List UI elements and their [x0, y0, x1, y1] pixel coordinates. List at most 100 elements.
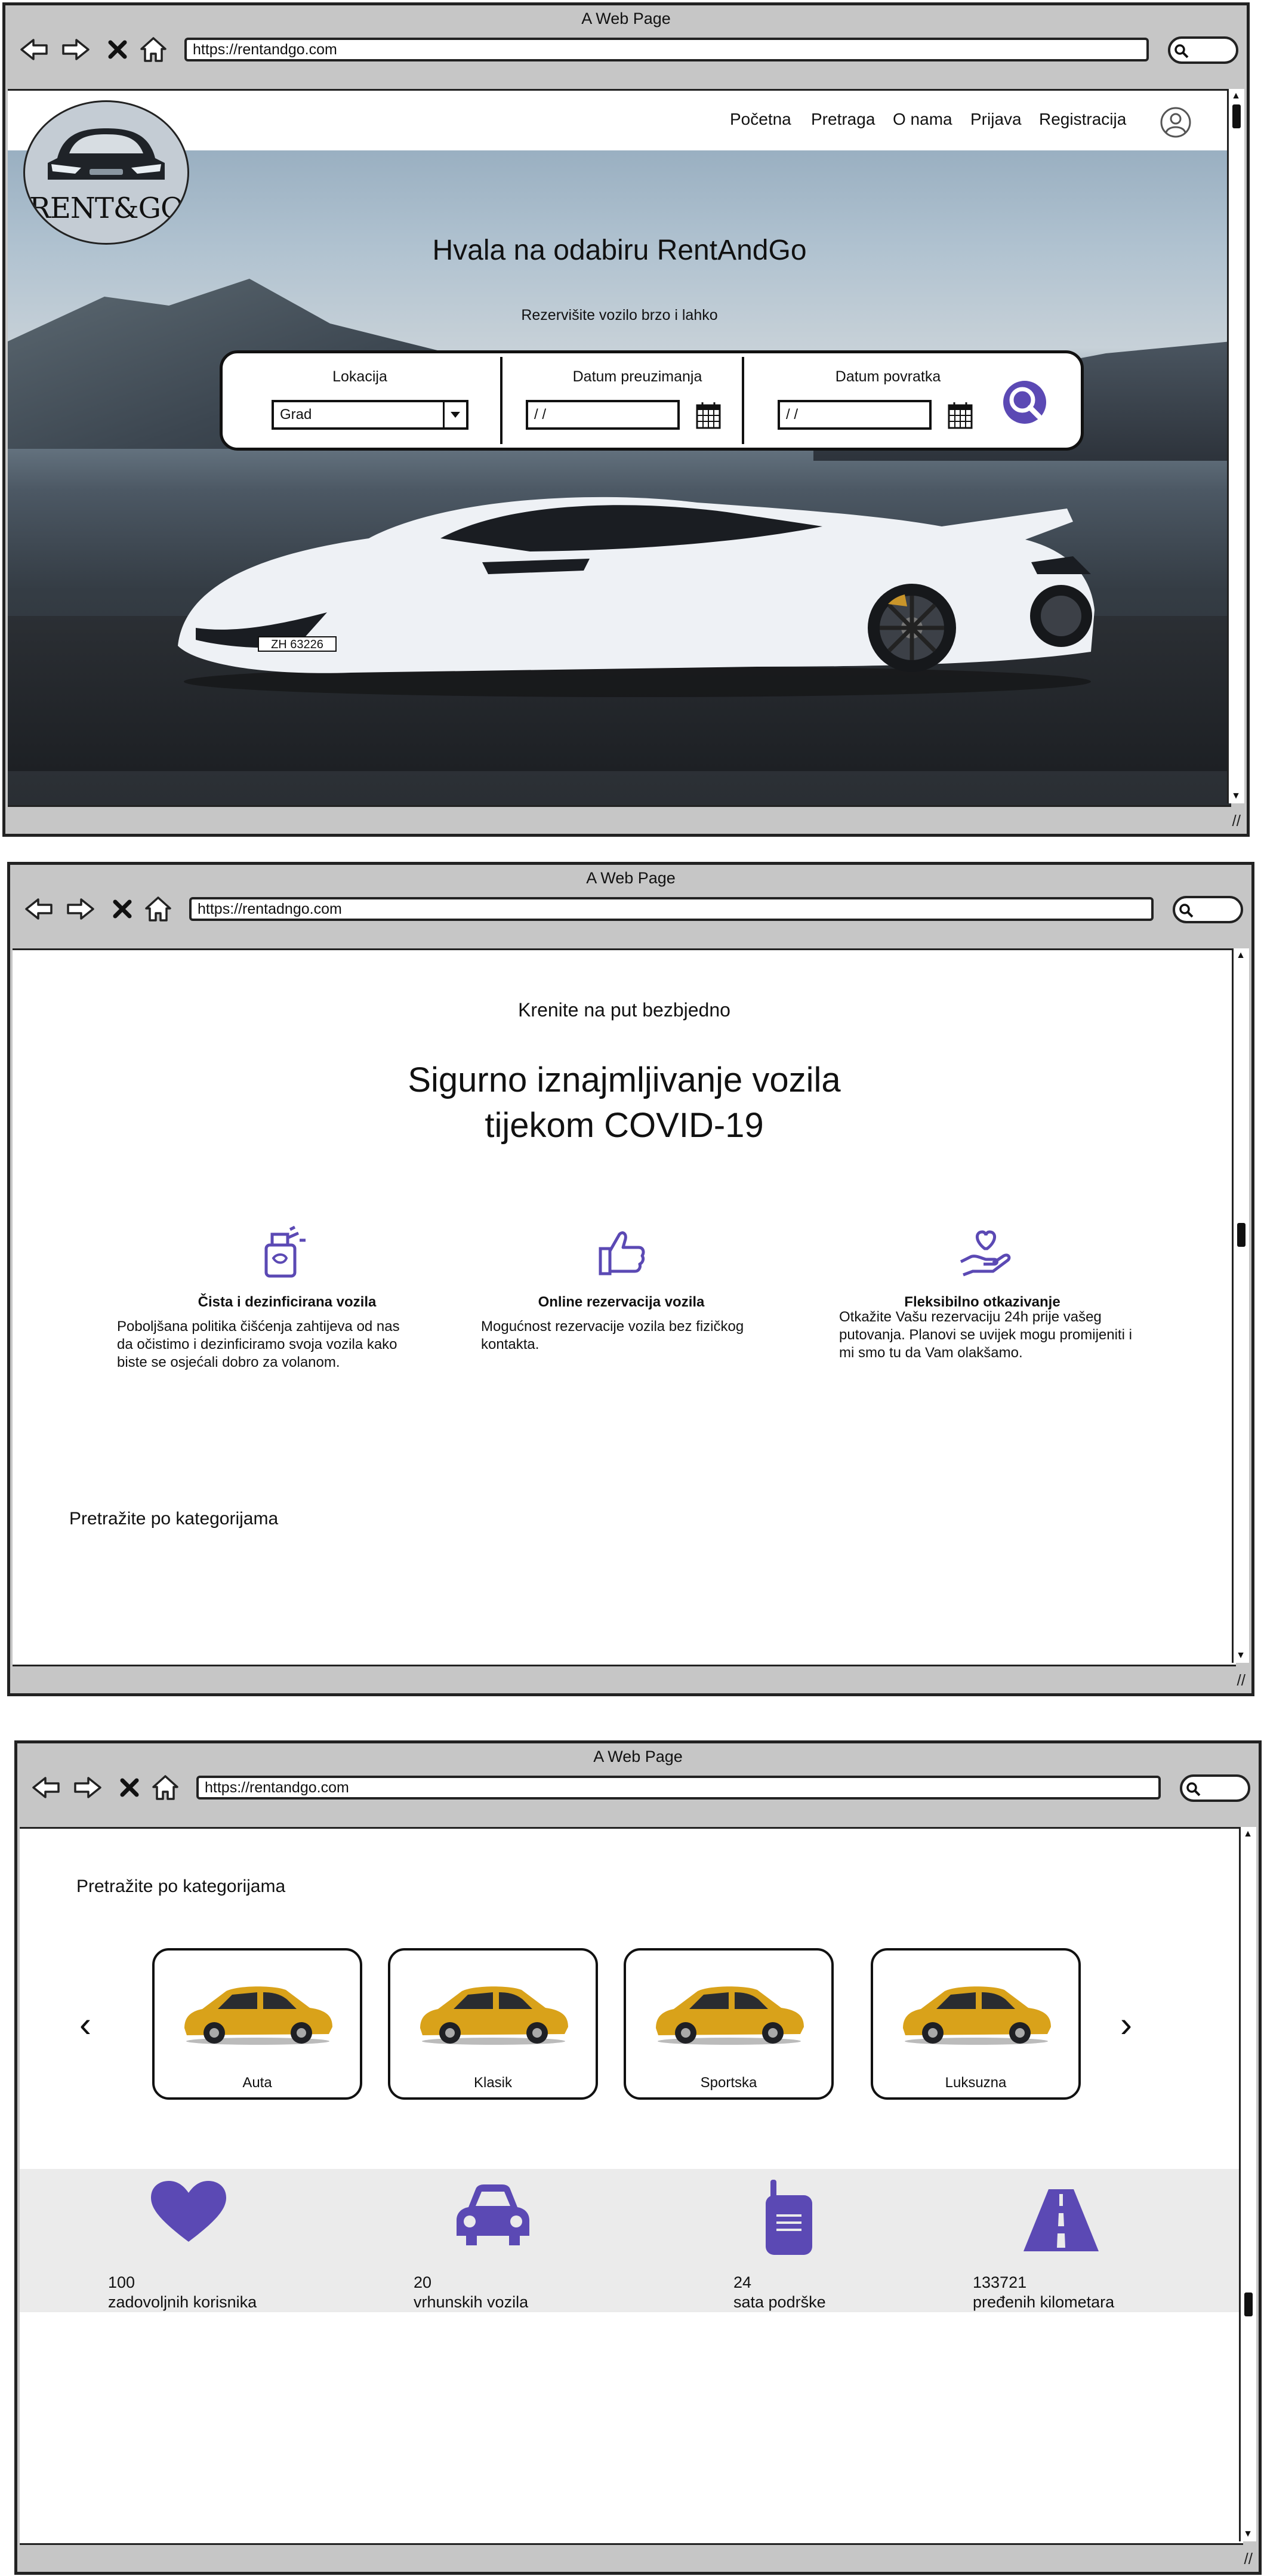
- logo[interactable]: RENT&GO: [23, 100, 189, 245]
- feature-text-line: da očistimo i dezinficiramo svoja vozila…: [117, 1336, 397, 1352]
- reservation-search-form: Lokacija Grad Datum preuzimanja / / Datu…: [220, 350, 1084, 451]
- page-viewport: Pretražite po kategorijama ‹ Auta Klasik: [20, 1827, 1243, 2545]
- browser-toolbar: https://rentandgo.com: [17, 1770, 1259, 1805]
- scroll-up-icon[interactable]: ▲: [1242, 1828, 1254, 1840]
- forward-icon[interactable]: [71, 1772, 104, 1803]
- home-icon[interactable]: [149, 1772, 182, 1803]
- safety-title-line-2: tijekom COVID-19: [485, 1106, 764, 1145]
- feature-text-line: kontakta.: [481, 1336, 539, 1352]
- page-viewport: Krenite na put bezbjedno Sigurno iznajml…: [13, 948, 1236, 1666]
- yellow-car-icon: [184, 1986, 332, 2045]
- home-icon[interactable]: [141, 893, 175, 925]
- category-card-luksuzna[interactable]: Luksuzna: [871, 1948, 1081, 2100]
- browser-search-box[interactable]: [1180, 1774, 1250, 1802]
- yellow-car-icon: [903, 1986, 1051, 2045]
- category-label: Sportska: [700, 2075, 757, 2091]
- address-bar[interactable]: https://rentandgo.com: [196, 1776, 1161, 1799]
- vertical-scrollbar[interactable]: ▲ ▼: [1232, 948, 1249, 1663]
- browser-window-2: A Web Page https://rentadngo.com Krenite…: [7, 862, 1254, 1696]
- feature-title-online: Online rezervacija vozila: [538, 1294, 705, 1310]
- scroll-down-icon[interactable]: ▼: [1235, 1650, 1247, 1662]
- yellow-car-icon: [656, 1986, 804, 2045]
- heart-hand-icon: [960, 1230, 1011, 1277]
- browser-toolbar: https://rentandgo.com: [5, 32, 1247, 67]
- browser-search-box[interactable]: [1173, 896, 1243, 923]
- hero-title: Hvala na odabiru RentAndGo: [432, 235, 807, 266]
- nav-pretraga[interactable]: Pretraga: [811, 110, 875, 129]
- cleaning-spray-icon: [264, 1225, 306, 1278]
- yellow-car-icon: [420, 1986, 568, 2045]
- feature-title-clean: Čista i dezinficirana vozila: [198, 1294, 377, 1310]
- calendar-icon[interactable]: [947, 401, 973, 430]
- calendar-icon[interactable]: [695, 401, 722, 430]
- scrollbar-thumb[interactable]: [1232, 104, 1241, 128]
- close-icon[interactable]: [106, 893, 139, 925]
- carousel-next-icon[interactable]: ›: [1120, 2007, 1132, 2042]
- browser-search-box[interactable]: [1168, 36, 1238, 64]
- close-icon[interactable]: [113, 1772, 146, 1803]
- page-viewport: Početna Pretraga O nama Prijava Registra…: [8, 89, 1231, 807]
- location-label: Lokacija: [332, 368, 387, 385]
- scroll-up-icon[interactable]: ▲: [1230, 90, 1242, 102]
- safety-title-line-1: Sigurno iznajmljivanje vozila: [408, 1061, 841, 1099]
- feature-text-line: putovanja. Planovi se uvijek mogu promij…: [839, 1327, 1132, 1343]
- category-card-sportska[interactable]: Sportska: [624, 1948, 834, 2100]
- thumbs-up-icon: [599, 1231, 645, 1275]
- back-icon[interactable]: [22, 893, 56, 925]
- location-select[interactable]: Grad: [272, 400, 468, 430]
- stat-label: pređenih kilometara: [973, 2293, 1115, 2311]
- scrollbar-thumb[interactable]: [1237, 1223, 1245, 1247]
- car-icon: [457, 2184, 529, 2245]
- field-divider: [500, 357, 502, 444]
- scroll-up-icon[interactable]: ▲: [1235, 950, 1247, 962]
- chevron-down-icon[interactable]: [443, 402, 466, 427]
- search-icon: [1179, 904, 1194, 918]
- back-icon[interactable]: [17, 34, 51, 65]
- forward-icon[interactable]: [59, 34, 93, 65]
- stat-number: 133721: [973, 2273, 1027, 2291]
- browser-window-3: A Web Page https://rentandgo.com Pretraž…: [14, 1740, 1262, 2575]
- safety-title: Sigurno iznajmljivanje vozila tijekom CO…: [13, 1058, 1236, 1148]
- category-heading: Pretražite po kategorijama: [76, 1876, 286, 1896]
- feature-text-line: Otkažite Vašu rezervaciju 24h prije vaše…: [839, 1309, 1102, 1325]
- road-icon: [1023, 2189, 1099, 2251]
- feature-text-flexible: Otkažite Vašu rezervaciju 24h prije vaše…: [839, 1308, 1132, 1362]
- stat-number: 24: [733, 2273, 752, 2291]
- scrollbar-thumb[interactable]: [1244, 2292, 1253, 2316]
- nav-prijava[interactable]: Prijava: [970, 110, 1022, 129]
- license-plate: ZH 63226: [271, 638, 323, 651]
- scroll-down-icon[interactable]: ▼: [1230, 790, 1242, 802]
- stat-number: 20: [414, 2273, 432, 2291]
- address-bar[interactable]: https://rentadngo.com: [189, 897, 1154, 921]
- forward-icon[interactable]: [64, 893, 97, 925]
- back-icon[interactable]: [29, 1772, 63, 1803]
- nav-registracija[interactable]: Registracija: [1039, 110, 1126, 129]
- search-button[interactable]: [998, 380, 1055, 427]
- vertical-scrollbar[interactable]: ▲ ▼: [1239, 1827, 1256, 2541]
- nav-o-nama[interactable]: O nama: [893, 110, 952, 129]
- search-icon: [1174, 44, 1189, 58]
- address-bar[interactable]: https://rentandgo.com: [184, 38, 1149, 61]
- safety-kicker: Krenite na put bezbjedno: [518, 999, 730, 1021]
- category-card-auta[interactable]: Auta: [152, 1948, 362, 2100]
- vertical-scrollbar[interactable]: ▲ ▼: [1227, 89, 1244, 803]
- feature-text-line: Mogućnost rezervacije vozila bez fizičko…: [481, 1318, 744, 1335]
- return-date-input[interactable]: / /: [778, 400, 932, 430]
- home-icon[interactable]: [137, 34, 170, 65]
- resize-grip-icon[interactable]: //: [1244, 2550, 1253, 2568]
- browser-toolbar: https://rentadngo.com: [10, 891, 1251, 927]
- resize-grip-icon[interactable]: //: [1232, 812, 1241, 830]
- user-avatar-icon[interactable]: [1160, 106, 1192, 138]
- carousel-prev-icon[interactable]: ‹: [79, 2007, 91, 2042]
- nav-pocetna[interactable]: Početna: [730, 110, 791, 129]
- category-label: Auta: [242, 2075, 272, 2091]
- pickup-date-input[interactable]: / /: [526, 400, 680, 430]
- close-icon[interactable]: [101, 34, 134, 65]
- feature-text-clean: Poboljšana politika čišćenja zahtijeva o…: [117, 1318, 400, 1372]
- stat-label: vrhunskih vozila: [414, 2293, 529, 2311]
- category-card-klasik[interactable]: Klasik: [388, 1948, 598, 2100]
- hero-subtitle: Rezervišite vozilo brzo i lahko: [521, 307, 718, 323]
- feature-text-line: Poboljšana politika čišćenja zahtijeva o…: [117, 1318, 400, 1335]
- scroll-down-icon[interactable]: ▼: [1242, 2528, 1254, 2540]
- resize-grip-icon[interactable]: //: [1237, 1671, 1245, 1690]
